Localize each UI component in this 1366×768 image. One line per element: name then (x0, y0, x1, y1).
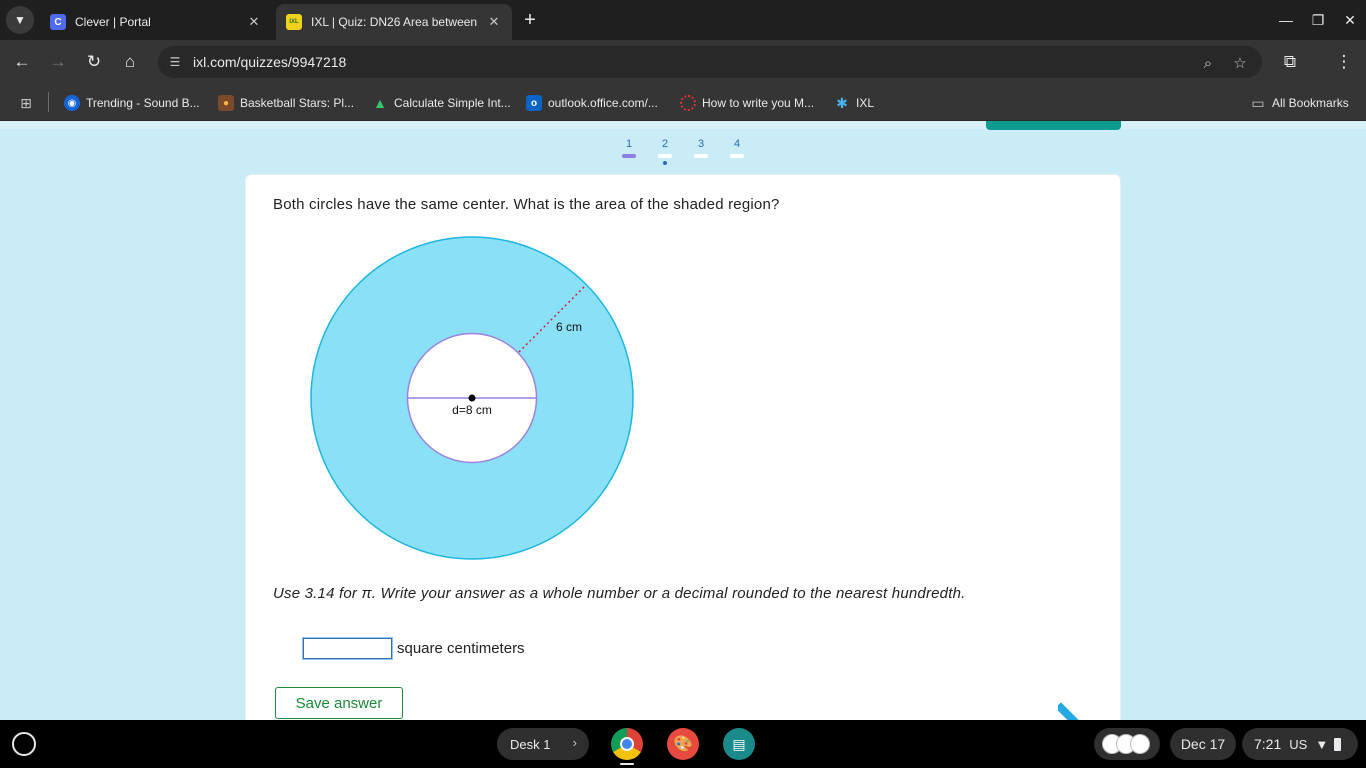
center-point (468, 394, 476, 402)
bookmark-soundcloud[interactable]: ◉ Trending - Sound B... (64, 92, 200, 114)
outlook-icon: o (526, 95, 542, 111)
tab-ixl-quiz[interactable]: IXL IXL | Quiz: DN26 Area between ✕ (276, 4, 512, 40)
forward-icon[interactable]: → (44, 48, 72, 76)
quiz-header-strip (0, 121, 1366, 129)
question-progress-bar-2 (658, 154, 672, 158)
holding-space-tray[interactable] (1094, 728, 1160, 760)
ixl-favicon-icon: IXL (286, 14, 302, 30)
question-nav-1[interactable]: 1 (622, 138, 636, 150)
tab-clever[interactable]: C Clever | Portal ✕ (40, 4, 272, 40)
question-progress-bar-4 (730, 154, 744, 158)
launcher-icon[interactable] (12, 732, 36, 756)
paint-icon[interactable]: 🎨 (667, 728, 699, 760)
apps-grid-icon[interactable]: ⊞ (18, 92, 40, 114)
unit-label: square centimeters (397, 640, 525, 657)
calculator-icon: ▲ (373, 95, 387, 111)
os-shelf: Desk 1 › 🎨 ▤ Dec 17 7:21 US ▼ (0, 720, 1366, 768)
bookmark-calculate-interest[interactable]: ▲ Calculate Simple Int... (372, 92, 511, 114)
bookmark-ixl[interactable]: ✱ IXL (834, 92, 874, 114)
submit-quiz-button[interactable] (986, 121, 1121, 130)
home-icon[interactable]: ⌂ (116, 48, 144, 76)
question-progress-bar-3 (694, 154, 708, 158)
folder-icon: ▭ (1251, 94, 1265, 111)
chevron-right-icon: › (572, 735, 577, 750)
browser-toolbar: ← → ↻ ⌂ ☰ ixl.com/quizzes/9947218 ⌕ ☆ ⧉ … (0, 40, 1366, 85)
bookmark-label: Calculate Simple Int... (394, 96, 511, 110)
status-tray[interactable]: 7:21 US ▼ (1242, 728, 1358, 760)
question-nav-3[interactable]: 3 (694, 138, 708, 150)
soundcloud-icon: ◉ (64, 95, 80, 111)
tab-search-button[interactable]: ▼ (6, 6, 34, 34)
close-icon[interactable]: ✕ (246, 14, 262, 30)
bookmark-label: IXL (856, 96, 875, 110)
classroom-icon[interactable]: ▤ (723, 728, 755, 760)
chrome-icon[interactable] (611, 728, 643, 760)
battery-icon (1334, 737, 1342, 751)
bookmark-label: Trending - Sound B... (86, 96, 200, 110)
answer-input[interactable] (302, 637, 393, 660)
extensions-icon[interactable]: ⧉ (1276, 48, 1304, 76)
bookmark-label: How to write you M... (702, 96, 815, 110)
all-bookmarks-label: All Bookmarks (1272, 96, 1349, 110)
clever-favicon-icon: C (50, 14, 66, 30)
close-window-icon[interactable]: ✕ (1338, 8, 1362, 32)
menu-icon[interactable]: ⋮ (1330, 48, 1358, 76)
close-icon[interactable]: ✕ (486, 14, 502, 30)
minimize-icon[interactable]: — (1274, 8, 1298, 32)
address-bar[interactable]: ☰ ixl.com/quizzes/9947218 ⌕ ☆ (158, 46, 1262, 78)
restore-icon[interactable]: ❐ (1306, 8, 1330, 32)
question-card: Both circles have the same center. What … (245, 174, 1121, 720)
bookmark-star-icon[interactable]: ☆ (1230, 53, 1250, 73)
outer-width-label: 6 cm (556, 320, 582, 334)
concentric-circles-diagram: 6 cm d=8 cm (310, 236, 634, 560)
chevron-down-icon: ▼ (14, 13, 26, 27)
bookmark-label: Basketball Stars: Pl... (240, 96, 355, 110)
bookmark-label: outlook.office.com/... (548, 96, 658, 110)
bookmark-how-to-write[interactable]: How to write you M... (680, 92, 814, 114)
bookmark-basketball-stars[interactable]: ● Basketball Stars: Pl... (218, 92, 354, 114)
desk-switcher[interactable]: Desk 1 › (497, 728, 589, 760)
reload-icon[interactable]: ↻ (80, 48, 108, 76)
back-icon[interactable]: ← (8, 48, 36, 76)
inner-diameter-label: d=8 cm (452, 403, 492, 417)
bookmarks-bar: ⊞ ◉ Trending - Sound B... ● Basketball S… (0, 85, 1366, 121)
tab-title: IXL | Quiz: DN26 Area between (311, 15, 478, 29)
new-tab-button[interactable]: + (518, 8, 542, 32)
desk-label: Desk 1 (510, 736, 551, 752)
bookmark-outlook[interactable]: o outlook.office.com/... (526, 92, 658, 114)
zoom-icon[interactable]: ⌕ (1198, 53, 1218, 73)
tab-strip: ▼ C Clever | Portal ✕ IXL IXL | Quiz: DN… (0, 0, 1366, 40)
instructions-text: Use 3.14 for π. Write your answer as a w… (273, 585, 966, 602)
bookmark-separator (48, 92, 49, 112)
question-nav-2[interactable]: 2 (658, 138, 672, 150)
url-text[interactable]: ixl.com/quizzes/9947218 (193, 54, 346, 70)
question-nav-4[interactable]: 4 (730, 138, 744, 150)
save-answer-button[interactable]: Save answer (275, 687, 403, 719)
locale-label: US (1289, 736, 1308, 752)
answered-dot (663, 161, 667, 165)
all-bookmarks-folder[interactable]: ▭ All Bookmarks (1250, 92, 1349, 114)
date-tray[interactable]: Dec 17 (1170, 728, 1236, 760)
quiz-page: 1 2 3 4 Both circles have the same cente… (0, 121, 1366, 720)
time-label: 7:21 (1254, 736, 1282, 752)
tab-title: Clever | Portal (75, 15, 151, 29)
game-icon: ● (218, 95, 234, 111)
running-app-indicator (620, 763, 634, 765)
pencil-icon[interactable] (1058, 695, 1098, 720)
question-progress-bar-1 (622, 154, 636, 158)
question-text: Both circles have the same center. What … (273, 196, 780, 213)
site-info-icon[interactable]: ☰ (166, 53, 184, 71)
ixl-icon: ✱ (836, 94, 848, 111)
dotted-circle-icon (680, 95, 696, 111)
wifi-icon: ▼ (1315, 736, 1329, 752)
date-label: Dec 17 (1180, 736, 1226, 752)
